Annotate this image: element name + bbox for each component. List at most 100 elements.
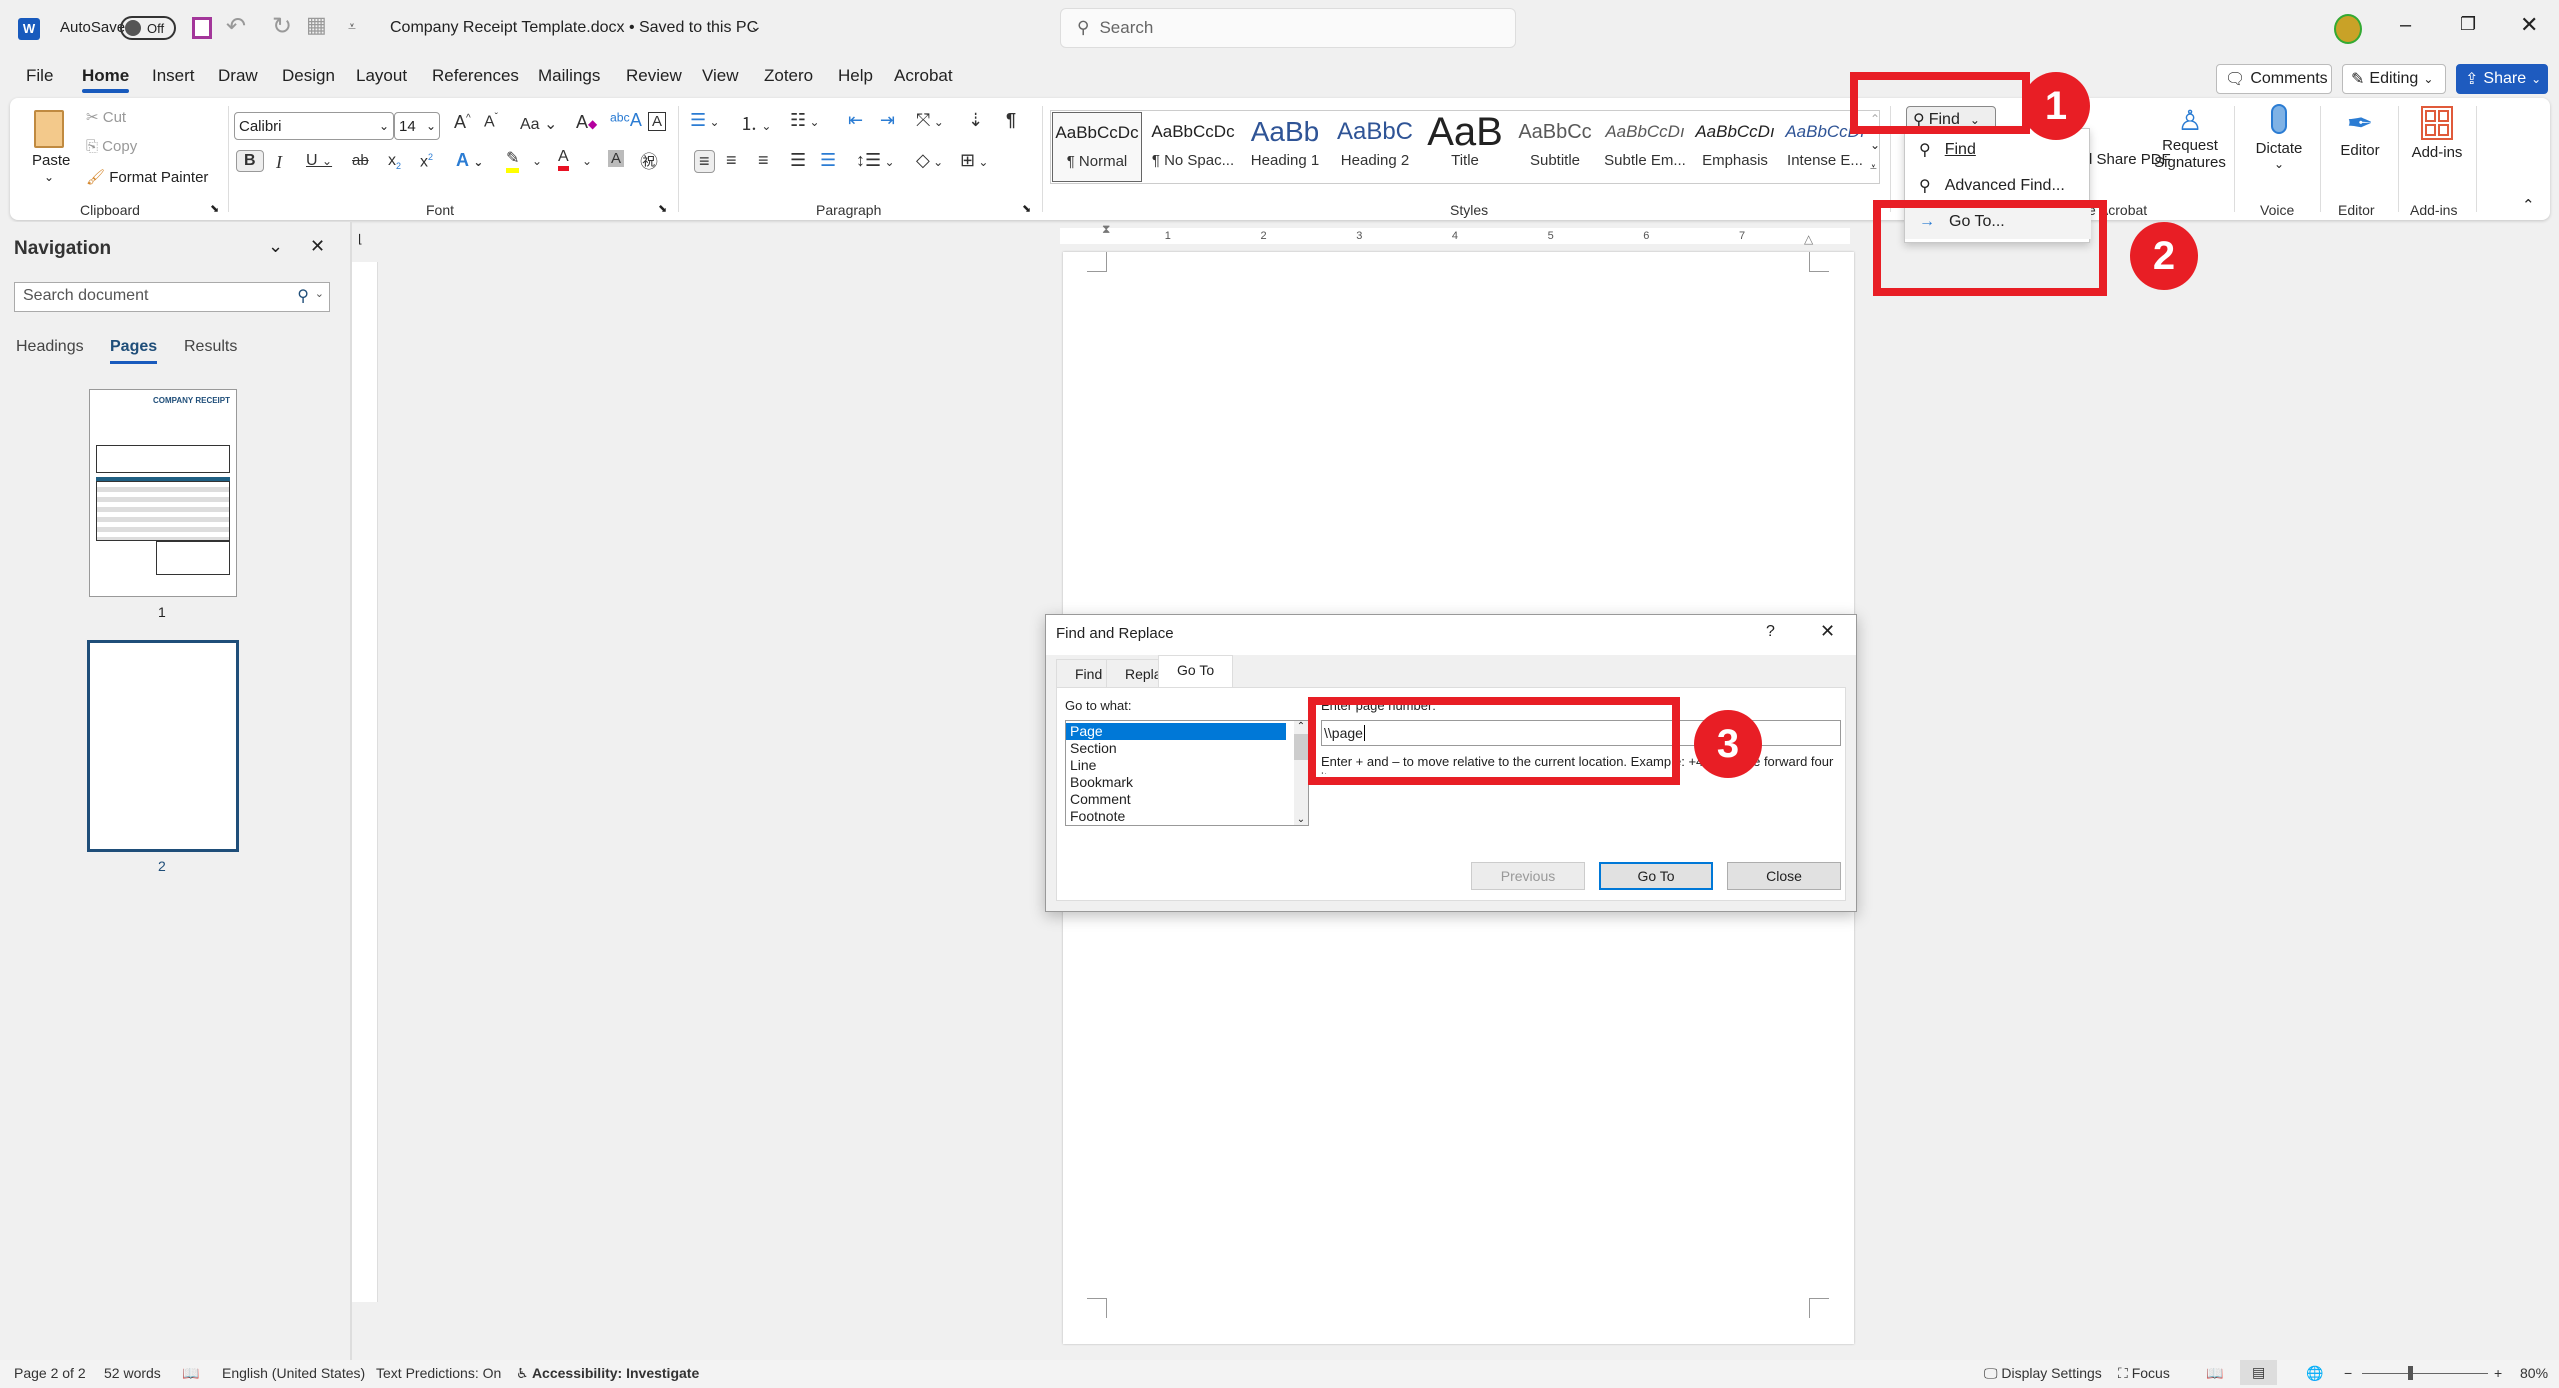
subscript-icon[interactable]: x2 (388, 152, 401, 171)
list-item-section[interactable]: Section (1066, 740, 1308, 757)
font-size-dropdown[interactable]: 14 ⌄ (394, 112, 440, 140)
display-settings-button[interactable]: 🖵 Display Settings (1984, 1365, 2102, 1382)
restore-icon[interactable]: ❐ (2460, 14, 2476, 35)
share-button[interactable]: ⇪ Share ⌄ (2456, 64, 2548, 94)
tab-references[interactable]: References (432, 62, 519, 90)
show-formatting-icon[interactable]: ¶ (1006, 110, 1016, 131)
horizontal-ruler[interactable]: 1 2 3 4 5 6 7 (1060, 228, 1850, 244)
nav-tab-headings[interactable]: Headings (16, 338, 84, 356)
avatar[interactable] (2334, 14, 2362, 44)
save-icon[interactable] (192, 17, 212, 39)
redo-icon[interactable]: ↻ (272, 12, 292, 41)
list-item-bookmark[interactable]: Bookmark (1066, 774, 1308, 791)
strikethrough-icon[interactable]: ab (352, 152, 369, 169)
close-icon[interactable]: ✕ (2520, 12, 2538, 38)
style-title[interactable]: AaB Title (1420, 112, 1510, 182)
highlight-color-icon[interactable]: ✎ (506, 148, 520, 173)
scroll-thumb[interactable] (1294, 734, 1308, 760)
scroll-up-icon[interactable]: ⌃ (1294, 721, 1308, 732)
style-normal[interactable]: AaBbCcDc ¶ Normal (1052, 112, 1142, 182)
chevron-down-icon[interactable]: ⌄ (532, 154, 542, 168)
tab-home[interactable]: Home (82, 62, 130, 93)
chevron-down-icon[interactable]: ⌄ (44, 170, 54, 184)
close-pane-icon[interactable]: ✕ (310, 236, 325, 257)
zoom-slider-thumb[interactable] (2408, 1366, 2413, 1380)
autosave-toggle[interactable]: Off (120, 16, 176, 40)
menu-item-advanced-find[interactable]: ⚲ Advanced Find... (1905, 169, 2091, 203)
paste-icon[interactable] (34, 110, 64, 148)
tab-layout[interactable]: Layout (356, 62, 407, 90)
text-effects-icon[interactable]: A ⌄ (456, 150, 483, 171)
help-button[interactable]: ? (1766, 623, 1775, 641)
text-predictions[interactable]: Text Predictions: On (376, 1365, 501, 1381)
tab-review[interactable]: Review (626, 62, 682, 90)
align-right-icon[interactable]: ≡ (758, 150, 769, 171)
multilevel-list-icon[interactable]: ☷ ⌄ (790, 110, 820, 131)
right-indent-marker[interactable]: △ (1804, 232, 1813, 246)
tab-view[interactable]: View (702, 62, 739, 90)
editor-button[interactable]: ✒ Editor (2328, 104, 2392, 159)
goto-what-list[interactable]: Page Section Line Bookmark Comment Footn… (1065, 720, 1309, 826)
justify-icon[interactable]: ☰ (790, 150, 806, 171)
read-mode-icon[interactable]: 📖 (2206, 1365, 2223, 1382)
shading-icon[interactable]: ◇ ⌄ (916, 150, 943, 171)
increase-indent-icon[interactable]: ⇥ (880, 110, 895, 131)
pane-options-icon[interactable]: ⌄ (268, 236, 283, 257)
font-color-icon[interactable]: A (558, 148, 569, 171)
page-count[interactable]: Page 2 of 2 (14, 1365, 86, 1381)
dialog-launcher-icon[interactable]: ⬊ (1022, 202, 1031, 215)
list-scrollbar[interactable]: ⌃ ⌄ (1294, 721, 1308, 825)
minimize-icon[interactable]: – (2400, 14, 2411, 37)
character-shading-icon[interactable]: A (608, 150, 625, 167)
zoom-slider[interactable] (2362, 1366, 2488, 1380)
goto-button[interactable]: Go To (1599, 862, 1713, 890)
close-button[interactable]: Close (1727, 862, 1841, 890)
request-signatures-button[interactable]: ♙ Request Signatures (2150, 104, 2230, 171)
web-layout-icon[interactable]: 🌐 (2306, 1365, 2323, 1382)
dialog-tab-goto[interactable]: Go To (1158, 655, 1234, 687)
decrease-indent-icon[interactable]: ⇤ (848, 110, 863, 131)
numbering-icon[interactable]: ⒈ ⌄ (740, 110, 771, 136)
bold-icon[interactable]: B (236, 150, 264, 172)
superscript-icon[interactable]: x2 (420, 152, 433, 171)
tab-zotero[interactable]: Zotero (764, 62, 813, 90)
distributed-icon[interactable]: ☰ (820, 150, 836, 171)
search-document-input[interactable]: Search document ⚲ ⌄ (14, 282, 330, 312)
borders-icon[interactable]: ⊞ ⌄ (960, 150, 988, 171)
format-painter-button[interactable]: 🖌 Format Painter (86, 168, 208, 186)
collapse-ribbon-icon[interactable]: ⌃ (2522, 196, 2535, 214)
paste-button[interactable]: Paste (32, 152, 70, 169)
dictate-button[interactable]: Dictate ⌄ (2244, 104, 2314, 171)
font-name-dropdown[interactable]: Calibri ⌄ (234, 112, 394, 140)
editing-mode-button[interactable]: ✎ Editing ⌄ (2342, 64, 2446, 94)
zoom-out-icon[interactable]: − (2344, 1365, 2352, 1381)
dialog-launcher-icon[interactable]: ⬊ (210, 202, 219, 215)
list-item-comment[interactable]: Comment (1066, 791, 1308, 808)
close-icon[interactable]: ✕ (1820, 621, 1835, 642)
zoom-in-icon[interactable]: + (2494, 1365, 2502, 1381)
copy-button[interactable]: ⎘ Copy (86, 138, 137, 155)
nav-tab-pages[interactable]: Pages (110, 338, 158, 364)
style-subtle-emphasis[interactable]: AaBbCcDı Subtle Em... (1600, 112, 1690, 182)
tab-insert[interactable]: Insert (152, 62, 195, 90)
list-item-footnote[interactable]: Footnote (1066, 808, 1308, 825)
chevron-down-icon[interactable]: ⌄ (582, 154, 592, 168)
sort-icon[interactable]: ⇣ (968, 110, 983, 131)
enclose-characters-icon[interactable]: ㊗ (640, 148, 658, 174)
page-thumbnail-2[interactable] (87, 640, 239, 852)
italic-icon[interactable]: I (276, 152, 282, 173)
focus-button[interactable]: ⛶ Focus (2118, 1365, 2170, 1382)
list-item-page[interactable]: Page (1066, 723, 1286, 740)
character-border-icon[interactable]: A (648, 112, 667, 131)
underline-icon[interactable]: U ⌄ (306, 152, 332, 170)
tab-help[interactable]: Help (838, 62, 873, 90)
line-spacing-icon[interactable]: ↕☰ ⌄ (856, 150, 895, 171)
document-title[interactable]: Company Receipt Template.docx • Saved to… (390, 19, 758, 37)
style-heading-2[interactable]: AaBbC Heading 2 (1330, 112, 1420, 182)
style-emphasis[interactable]: AaBbCcDı Emphasis (1690, 112, 1780, 182)
print-layout-icon[interactable]: ▤ (2240, 1360, 2278, 1385)
style-heading-1[interactable]: AaBb Heading 1 (1240, 112, 1330, 182)
comments-button[interactable]: 🗨 Comments (2216, 64, 2332, 94)
undo-icon[interactable]: ↶ (226, 12, 246, 41)
asian-layout-icon[interactable]: ⤧ ⌄ (916, 110, 944, 131)
